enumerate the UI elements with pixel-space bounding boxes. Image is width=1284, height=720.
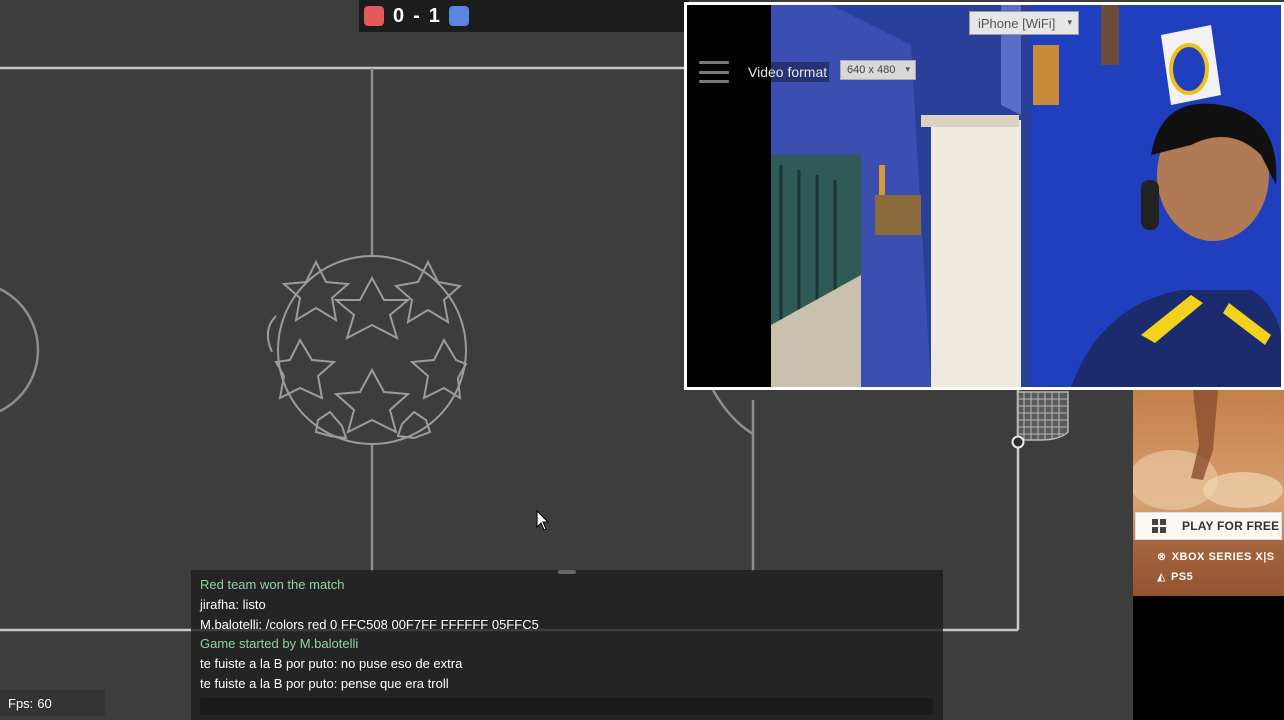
ps5-platform: ◭ PS5 — [1157, 570, 1194, 584]
ad-artwork — [1133, 390, 1284, 596]
playstation-icon: ◭ — [1157, 571, 1166, 583]
red-team-indicator — [364, 6, 384, 26]
webcam-video: Video format 640 x 480 ▾ iPhone [WiFi] ▾ — [687, 5, 1281, 387]
play-for-free-button[interactable]: PLAY FOR FREE — [1135, 512, 1282, 540]
scoreboard: 0 - 1 — [359, 0, 689, 32]
goal-post — [1011, 435, 1025, 449]
chat-system-message: Red team won the match — [200, 577, 345, 592]
camera-device-value: iPhone [WiFi] — [978, 15, 1056, 31]
video-format-value: 640 x 480 — [847, 64, 896, 76]
video-format-select[interactable]: 640 x 480 ▾ — [840, 60, 916, 80]
ad-banner[interactable]: PLAY FOR FREE ⊗ XBOX SERIES X|S ◭ PS5 — [1133, 390, 1284, 596]
windows-icon — [1152, 519, 1166, 533]
chat-panel: Red team won the match jirafha: listo M.ba… — [191, 570, 943, 720]
video-format-label: Video format — [746, 62, 830, 82]
chat-message: te fuiste a la B por puto: pense que era… — [200, 675, 449, 691]
game-stage[interactable]: 0 - 1 Video format 640 x 480 ▾ iPhone [W… — [0, 0, 1284, 720]
chat-message: te fuiste a la B por puto: no puse eso d… — [200, 656, 463, 672]
blue-team-indicator — [448, 6, 469, 26]
score-separator: - — [413, 4, 420, 27]
blue-team-score: 1 — [428, 4, 440, 27]
fps-label: Fps — [8, 695, 30, 711]
chat-log: Red team won the match jirafha: listo M.ba… — [200, 575, 934, 694]
mouse-cursor-icon — [536, 510, 550, 531]
fps-counter: Fps: 60 — [0, 690, 105, 716]
chat-system-message: Game started by M.balotelli — [200, 636, 359, 652]
hamburger-menu-icon[interactable] — [699, 61, 729, 83]
xbox-platform-label: XBOX SERIES X|S — [1171, 550, 1275, 563]
red-team-score: 0 — [393, 4, 405, 27]
ps5-platform-label: PS5 — [1170, 570, 1194, 583]
fps-value: 60 — [37, 695, 52, 711]
goal-net — [1017, 391, 1069, 441]
webcam-overlay: Video format 640 x 480 ▾ iPhone [WiFi] ▾ — [684, 2, 1284, 390]
chat-input[interactable] — [200, 698, 933, 715]
chat-resize-handle[interactable] — [558, 570, 576, 574]
chat-message: M.balotelli: /colors red 0 FFC508 00F7FF… — [200, 616, 539, 632]
fps-separator: : — [29, 695, 34, 711]
chat-message: jirafha: listo — [200, 596, 266, 612]
xbox-platform: ⊗ XBOX SERIES X|S — [1157, 550, 1275, 564]
play-for-free-label: PLAY FOR FREE — [1182, 519, 1280, 533]
xbox-icon: ⊗ — [1157, 551, 1167, 563]
chevron-down-icon: ▾ — [1067, 17, 1072, 27]
camera-device-select[interactable]: iPhone [WiFi] ▾ — [969, 11, 1079, 35]
chevron-down-icon: ▾ — [905, 64, 910, 74]
